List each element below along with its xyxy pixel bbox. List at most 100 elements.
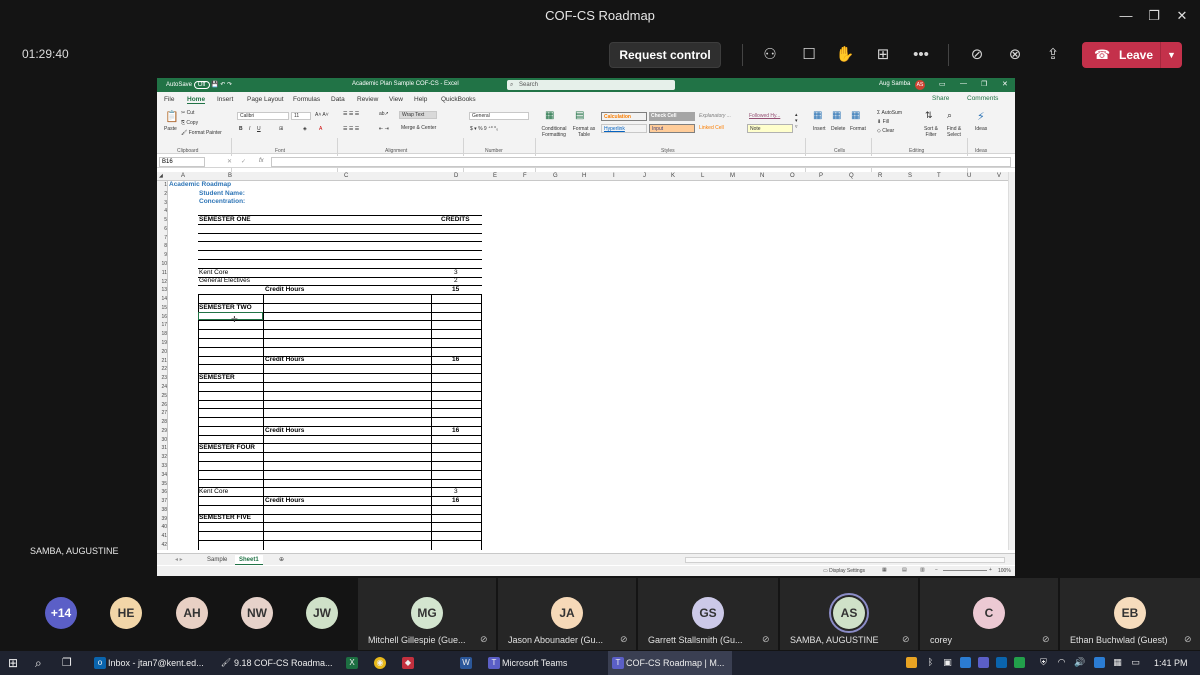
avatar[interactable]: AH: [176, 597, 208, 629]
avatar[interactable]: JW: [306, 597, 338, 629]
column-header[interactable]: G: [553, 173, 558, 179]
orientation-icon[interactable]: ab↗: [379, 111, 389, 117]
row-header[interactable]: 3: [158, 200, 167, 206]
format-painter-button[interactable]: 🖌 Format Painter: [181, 130, 222, 136]
row-header[interactable]: 10: [158, 261, 167, 267]
row-header[interactable]: 25: [158, 393, 167, 399]
avatar[interactable]: C: [973, 597, 1005, 629]
column-header[interactable]: I: [613, 173, 615, 179]
row-header[interactable]: 17: [158, 322, 167, 328]
styles-scroll-icon[interactable]: ▴ ▾ ▿: [795, 112, 798, 130]
page-break-view-icon[interactable]: ▥: [920, 567, 925, 573]
row-header[interactable]: 34: [158, 472, 167, 478]
avatar[interactable]: JA: [551, 597, 583, 629]
windows-start-icon[interactable]: ⊞: [8, 651, 18, 675]
row-header[interactable]: 23: [158, 375, 167, 381]
paste-button[interactable]: Paste: [164, 126, 177, 132]
find-select-icon[interactable]: ⌕: [947, 110, 952, 121]
row-header[interactable]: 36: [158, 489, 167, 495]
avatar[interactable]: AS: [833, 597, 865, 629]
column-header[interactable]: D: [454, 173, 458, 179]
row-header[interactable]: 19: [158, 340, 167, 346]
cut-button[interactable]: ✂ Cut: [181, 110, 194, 116]
participant-tile[interactable]: JW: [306, 578, 338, 650]
find-select-button[interactable]: Find & Select: [943, 126, 965, 138]
minimize-icon[interactable]: —: [1116, 6, 1136, 26]
tray-app-icon[interactable]: [978, 657, 989, 668]
volume-icon[interactable]: 🔊: [1074, 657, 1085, 668]
row-header[interactable]: 13: [158, 287, 167, 293]
row-header[interactable]: 27: [158, 410, 167, 416]
borders-icon[interactable]: ⊞: [279, 126, 283, 132]
more-actions-icon[interactable]: •••: [910, 44, 932, 66]
taskbar-app-teams[interactable]: T Microsoft Teams: [484, 651, 604, 675]
currency-icon[interactable]: $ ▾ % 9 ⁺⁰ ⁰₀: [470, 126, 498, 132]
spreadsheet-grid[interactable]: ◢ A B C D E F G H I J K L M N O P Q R S: [157, 172, 1015, 550]
ideas-icon[interactable]: ⚡: [977, 110, 985, 123]
sort-filter-icon[interactable]: ⇅: [925, 110, 933, 121]
participant-tile[interactable]: Ccorey ⊘: [920, 578, 1058, 650]
avatar[interactable]: HE: [110, 597, 142, 629]
cell-b15[interactable]: SEMESTER TWO: [199, 304, 252, 312]
keyboard-icon[interactable]: ▦: [1112, 657, 1123, 668]
cell-b2[interactable]: Student Name:: [199, 190, 245, 198]
row-header[interactable]: 15: [158, 305, 167, 311]
format-cells-button[interactable]: Format: [850, 126, 866, 132]
column-header[interactable]: U: [967, 173, 971, 179]
vertical-scrollbar[interactable]: [1008, 172, 1015, 550]
cell-a1[interactable]: Academic Roadmap: [169, 181, 231, 189]
row-header[interactable]: 26: [158, 402, 167, 408]
format-table-button[interactable]: Format as Table: [571, 126, 597, 138]
row-header[interactable]: 20: [158, 349, 167, 355]
menu-file[interactable]: File: [164, 96, 174, 103]
row-header[interactable]: 39: [158, 516, 167, 522]
shield-icon[interactable]: ⛨: [1038, 657, 1049, 668]
paste-icon[interactable]: 📋: [165, 110, 179, 123]
taskbar-app-outlook[interactable]: o Inbox - jtan7@kent.ed...: [90, 651, 214, 675]
font-color-icon[interactable]: A: [319, 126, 322, 132]
search-icon[interactable]: ⌕: [35, 651, 42, 675]
number-format-select[interactable]: General: [469, 112, 529, 120]
camera-off-icon[interactable]: ⊘: [966, 44, 988, 66]
menu-home[interactable]: Home: [187, 96, 206, 104]
maximize-icon[interactable]: ❐: [981, 80, 987, 88]
formula-input[interactable]: [271, 157, 1011, 167]
cell-c13[interactable]: Credit Hours: [265, 286, 304, 294]
ideas-button[interactable]: Ideas: [975, 126, 987, 132]
sheet-nav-icon[interactable]: ◂ ▸: [171, 555, 187, 565]
raise-hand-icon[interactable]: ✋: [834, 44, 856, 66]
cell-b12[interactable]: General Electives: [199, 277, 250, 285]
cell-b36[interactable]: Kent Core: [199, 488, 228, 496]
cell-d11[interactable]: 3: [454, 269, 458, 277]
participant-tile[interactable]: MG Mitchell Gillespie (Gue... ⊘: [358, 578, 496, 650]
participant-tile[interactable]: +14: [45, 578, 77, 650]
row-header[interactable]: 29: [158, 428, 167, 434]
cell-c37[interactable]: Credit Hours: [265, 497, 304, 505]
column-header[interactable]: O: [790, 173, 795, 179]
tray-app-icon[interactable]: [960, 657, 971, 668]
battery-icon[interactable]: ▭: [1130, 657, 1141, 668]
cell-b11[interactable]: Kent Core: [199, 269, 228, 277]
menu-view[interactable]: View: [389, 96, 403, 103]
style-followed-hyperlink[interactable]: Followed Hy...: [747, 112, 793, 121]
bluetooth-icon[interactable]: ᛒ: [925, 657, 936, 668]
row-header[interactable]: 7: [158, 235, 167, 241]
cell-b23[interactable]: SEMESTER: [199, 374, 235, 382]
row-header[interactable]: 32: [158, 454, 167, 460]
row-header[interactable]: 42: [158, 542, 167, 548]
avatar[interactable]: EB: [1114, 597, 1146, 629]
cell-c21[interactable]: Credit Hours: [265, 356, 304, 364]
row-header[interactable]: 2: [158, 191, 167, 197]
row-header[interactable]: 5: [158, 217, 167, 223]
tray-app-icon[interactable]: ▣: [942, 657, 953, 668]
column-header[interactable]: B: [228, 173, 232, 179]
style-hyperlink[interactable]: Hyperlink: [601, 124, 647, 133]
column-header[interactable]: J: [643, 173, 646, 179]
zoom-slider[interactable]: [943, 570, 987, 571]
enter-icon[interactable]: ✓: [241, 158, 246, 165]
column-header[interactable]: K: [671, 173, 675, 179]
menu-review[interactable]: Review: [357, 96, 378, 103]
row-header[interactable]: 12: [158, 279, 167, 285]
avatar[interactable]: MG: [411, 597, 443, 629]
font-name-select[interactable]: Calibri: [237, 112, 289, 120]
